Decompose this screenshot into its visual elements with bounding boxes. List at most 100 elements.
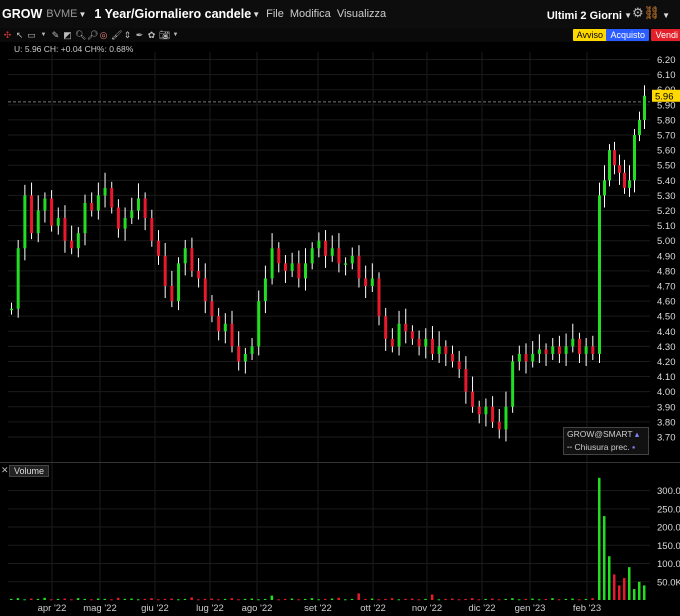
candle-body	[364, 278, 368, 286]
candle-body	[136, 198, 140, 211]
candle-body	[83, 202, 87, 234]
volume-bar	[484, 598, 487, 600]
price-axis-tick: 4.60	[657, 297, 676, 308]
candle-body	[603, 180, 606, 196]
candle-body	[43, 198, 47, 211]
volume-bar	[643, 585, 646, 600]
volume-bar	[10, 598, 13, 600]
price-axis-tick: 5.40	[657, 176, 676, 187]
price-axis-tick: 4.30	[657, 342, 676, 353]
volume-bar	[243, 598, 247, 600]
candle-body	[324, 240, 328, 256]
volume-bar	[544, 598, 548, 600]
candle-body	[390, 338, 394, 347]
candle-body	[150, 218, 154, 241]
price-axis-tick: 5.50	[657, 161, 676, 172]
volume-bar	[598, 477, 601, 600]
volume-bar	[584, 598, 588, 600]
candle-body	[511, 361, 515, 407]
candle-body	[116, 207, 120, 229]
chart-legend: GROW@SMART ▴ ╌ Chiusura prec. ▪	[563, 427, 649, 455]
candle-body	[103, 187, 107, 196]
candle-body	[544, 349, 548, 354]
volume-axis-tick: 150.0K	[657, 541, 680, 552]
candle-body	[628, 180, 631, 188]
volume-bar	[130, 598, 133, 600]
volume-bar	[330, 598, 334, 600]
volume-bar	[477, 599, 481, 601]
candle-body	[217, 316, 221, 332]
candle-body	[623, 172, 626, 188]
candle-body	[397, 323, 401, 347]
candle-body	[157, 240, 160, 256]
candle-body	[337, 248, 341, 264]
legend-symbol[interactable]: GROW@SMART ▴	[564, 428, 648, 441]
legend-prev-close[interactable]: ╌ Chiusura prec. ▪	[564, 441, 648, 454]
volume-bar	[177, 599, 180, 601]
volume-bar	[537, 599, 541, 601]
price-axis-tick: 4.70	[657, 281, 676, 292]
price-axis-tick: 4.00	[657, 387, 676, 398]
candle-body	[564, 346, 568, 354]
volume-bar	[30, 598, 33, 600]
volume-bar	[277, 599, 280, 601]
volume-bar	[613, 574, 616, 600]
volume-bar	[437, 599, 441, 601]
volume-bar	[304, 598, 307, 600]
volume-bar	[76, 598, 80, 600]
candle-body	[317, 240, 321, 249]
volume-bar	[217, 599, 220, 601]
candle-body	[551, 346, 555, 354]
candle-body	[110, 187, 114, 208]
volume-pane-label: Volume	[9, 465, 50, 477]
candle-body	[304, 263, 307, 279]
close-pane-icon[interactable]: ✕	[1, 465, 9, 476]
price-axis-tick: 5.80	[657, 115, 676, 126]
volume-bar	[136, 599, 140, 601]
price-axis-tick: 4.20	[657, 357, 676, 368]
volume-bar	[263, 598, 267, 600]
candle-body	[384, 316, 388, 339]
volume-bar	[230, 598, 233, 600]
pane-separator[interactable]	[0, 462, 680, 463]
candle-body	[424, 338, 428, 347]
volume-bar	[123, 598, 127, 600]
volume-bar	[250, 598, 254, 600]
candle-body	[430, 338, 434, 354]
candle-body	[598, 195, 601, 354]
volume-bar	[290, 598, 294, 600]
volume-bar	[557, 599, 561, 601]
time-axis-tick: feb '23	[573, 603, 601, 614]
volume-bar	[444, 598, 447, 600]
candle-body	[437, 346, 441, 354]
volume-bar	[571, 598, 574, 600]
candle-body	[297, 263, 301, 279]
volume-bar	[143, 598, 147, 600]
candle-body	[197, 270, 201, 279]
candle-body	[237, 346, 241, 362]
candle-body	[290, 263, 294, 271]
candle-body	[633, 135, 636, 181]
volume-bar	[197, 599, 200, 601]
volume-bar	[283, 598, 287, 600]
time-axis-tick: apr '22	[38, 603, 67, 614]
volume-bar	[633, 589, 636, 600]
volume-bar	[638, 581, 641, 600]
volume-bar	[157, 599, 160, 601]
volume-bar	[210, 598, 213, 600]
volume-bar	[270, 595, 274, 600]
candle-body	[613, 150, 616, 166]
price-volume-chart[interactable]: 6.206.106.005.905.805.705.605.505.405.30…	[0, 0, 680, 616]
candle-body	[63, 218, 67, 241]
volume-axis-tick: 300.0K	[657, 486, 680, 497]
volume-bar	[390, 598, 394, 600]
candle-body	[210, 301, 214, 317]
candle-body	[410, 331, 414, 339]
candle-body	[404, 323, 408, 332]
price-axis-tick: 4.10	[657, 372, 676, 383]
volume-bar	[190, 597, 193, 600]
candle-body	[277, 248, 281, 264]
price-axis-tick: 4.80	[657, 266, 676, 277]
candle-body	[10, 308, 13, 311]
volume-bar	[23, 599, 26, 601]
